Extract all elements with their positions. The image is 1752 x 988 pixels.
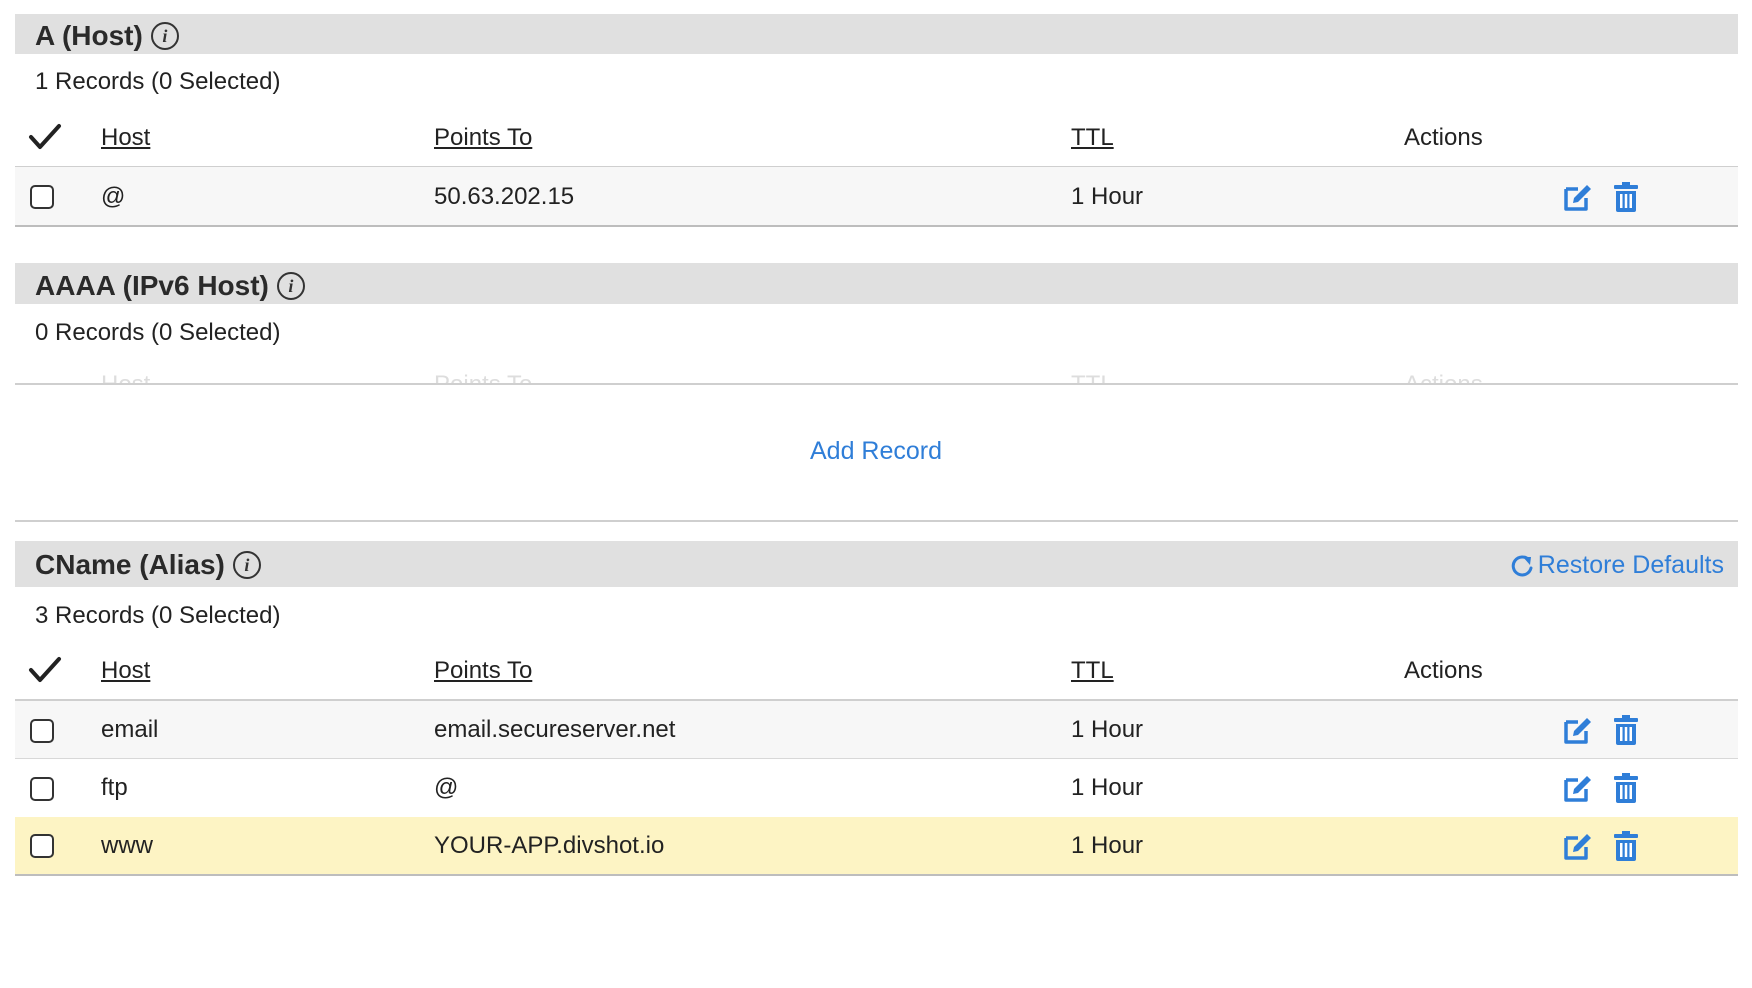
row-points-to: 50.63.202.15: [434, 183, 575, 210]
table-row: @ 50.63.202.15 1 Hour: [15, 167, 1738, 227]
trash-icon[interactable]: [1612, 181, 1640, 213]
a-section-title: A (Host): [35, 20, 143, 51]
row-ttl: 1 Hour: [1071, 774, 1144, 801]
a-section-title-wrap: A (Host) i: [35, 20, 179, 52]
edit-icon[interactable]: [1562, 714, 1594, 746]
row-points-to: YOUR-APP.divshot.io: [434, 832, 665, 859]
info-icon[interactable]: i: [150, 22, 179, 50]
a-table-header: Host Points To TTL Actions: [15, 108, 1738, 168]
row-points-to: @: [434, 774, 459, 801]
column-host[interactable]: Host: [101, 124, 150, 152]
row-host: email: [101, 716, 159, 743]
aaaa-section-header: AAAA (IPv6 Host) i: [15, 263, 1738, 304]
checkmark-icon[interactable]: [28, 655, 62, 685]
edit-icon[interactable]: [1562, 181, 1594, 213]
trash-icon[interactable]: [1612, 714, 1640, 746]
section-divider: [15, 520, 1738, 522]
table-row: www YOUR-APP.divshot.io 1 Hour: [15, 817, 1738, 876]
cname-table-header: Host Points To TTL Actions: [15, 641, 1738, 701]
a-section-header: A (Host) i: [15, 14, 1738, 54]
column-host: Host: [101, 371, 151, 385]
checkmark-icon[interactable]: [28, 122, 62, 152]
edit-icon[interactable]: [1562, 830, 1594, 862]
column-actions: Actions: [1404, 371, 1483, 385]
column-actions: Actions: [1404, 124, 1483, 151]
restore-defaults-link[interactable]: Restore Defaults: [1510, 551, 1724, 580]
info-icon[interactable]: i: [276, 272, 305, 300]
edit-icon[interactable]: [1562, 772, 1594, 804]
row-ttl: 1 Hour: [1071, 716, 1144, 743]
table-row: ftp @ 1 Hour: [15, 759, 1738, 817]
cname-section-header: CName (Alias) i Restore Defaults: [15, 541, 1738, 587]
cname-section-title: CName (Alias): [35, 549, 225, 580]
a-record-count: 1 Records (0 Selected): [35, 68, 281, 95]
row-host: www: [101, 832, 153, 859]
row-ttl: 1 Hour: [1071, 183, 1144, 210]
aaaa-section-title-wrap: AAAA (IPv6 Host) i: [35, 270, 305, 302]
column-ttl[interactable]: TTL: [1071, 657, 1114, 685]
cname-section-title-wrap: CName (Alias) i: [35, 549, 261, 581]
column-points-to[interactable]: Points To: [434, 657, 532, 685]
refresh-icon: [1511, 554, 1533, 576]
row-checkbox[interactable]: [30, 185, 54, 209]
aaaa-section-title: AAAA (IPv6 Host): [35, 270, 269, 301]
trash-icon[interactable]: [1612, 830, 1640, 862]
row-checkbox[interactable]: [30, 834, 54, 858]
aaaa-table-header-faded: Host Points To TTL Actions: [15, 363, 1738, 385]
row-host: ftp: [101, 774, 128, 801]
column-points-to[interactable]: Points To: [434, 124, 532, 152]
restore-defaults-label: Restore Defaults: [1537, 551, 1724, 579]
dns-records-page: A (Host) i 1 Records (0 Selected) Host P…: [0, 0, 1752, 988]
row-checkbox[interactable]: [30, 719, 54, 743]
column-ttl[interactable]: TTL: [1071, 124, 1114, 152]
aaaa-record-count: 0 Records (0 Selected): [35, 319, 281, 346]
column-ttl: TTL: [1071, 371, 1114, 385]
column-actions: Actions: [1404, 657, 1483, 684]
table-row: email email.secureserver.net 1 Hour: [15, 701, 1738, 759]
row-host: @: [101, 183, 126, 210]
info-icon[interactable]: i: [232, 551, 261, 579]
column-points-to: Points To: [434, 371, 533, 385]
add-record-link[interactable]: Add Record: [0, 437, 1752, 466]
row-ttl: 1 Hour: [1071, 832, 1144, 859]
row-checkbox[interactable]: [30, 777, 54, 801]
row-points-to: email.secureserver.net: [434, 716, 676, 743]
trash-icon[interactable]: [1612, 772, 1640, 804]
column-host[interactable]: Host: [101, 657, 150, 685]
cname-record-count: 3 Records (0 Selected): [35, 602, 281, 629]
